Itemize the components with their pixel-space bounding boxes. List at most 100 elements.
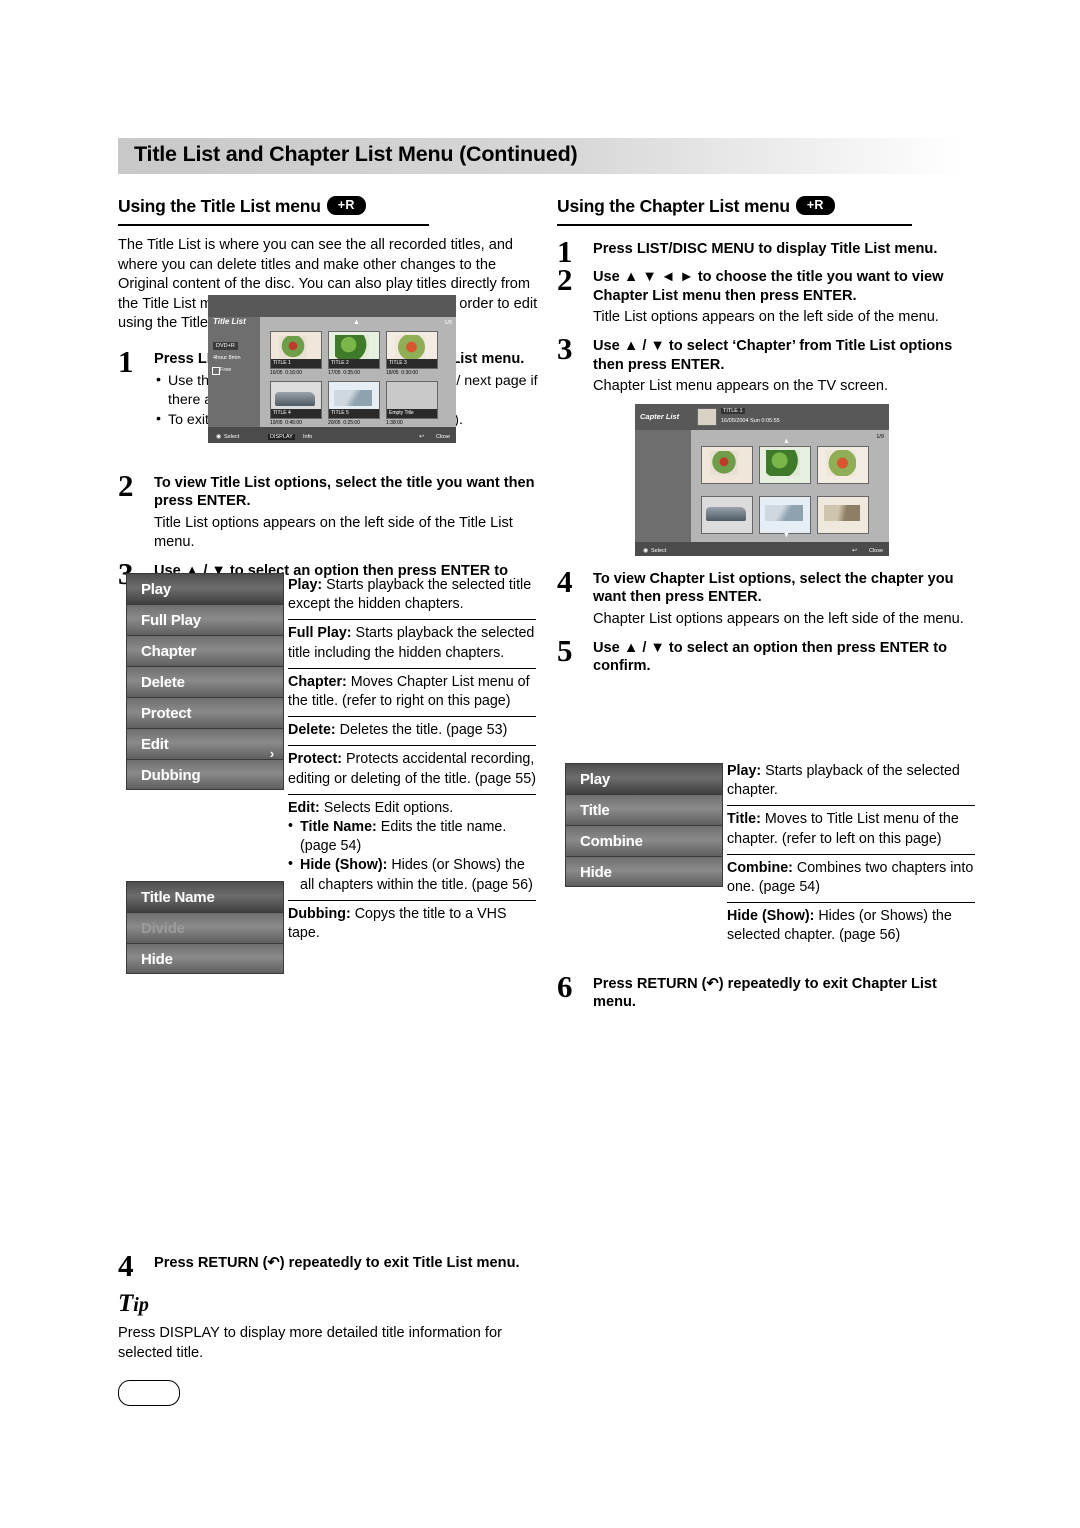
cl-up-arrow-icon: ▲	[783, 438, 790, 446]
right-section-badge: +R	[795, 196, 835, 215]
desc-edit: Edit: Selects Edit options. Title Name: …	[288, 795, 536, 901]
right-heading-rule	[557, 224, 912, 226]
cl-thumb-3	[817, 446, 869, 485]
cl-osd-title-info: 16/05/2004 Sun 0:05:55	[721, 418, 780, 425]
right-step-4-title: To view Chapter List options, select the…	[593, 571, 954, 606]
left-step-4: 4 Press RETURN (↶) repeatedly to exit Ti…	[118, 1250, 538, 1281]
desc-protect: Protect: Protects accidental recording, …	[288, 746, 536, 795]
right-section-title: Using the Chapter List menu	[557, 196, 790, 216]
right-step-3-title: Use ▲ / ▼ to select ‘Chapter’ from Title…	[593, 338, 953, 373]
left-heading-rule	[118, 224, 429, 226]
option-protect[interactable]: Protect	[126, 697, 284, 728]
osd-up-arrow-icon: ▲	[353, 319, 360, 326]
osd-thumb-6-meta: 1:38:00	[386, 420, 403, 426]
osd-free-label: Free	[220, 367, 232, 373]
cl-thumb-1	[701, 446, 753, 485]
tip-heading: TTipip	[118, 1290, 149, 1318]
option-hide[interactable]: Hide	[126, 943, 284, 974]
chapter-option-title[interactable]: Title	[565, 794, 723, 825]
osd-thumb-1-meta: 16/05 0:16:00	[270, 370, 302, 376]
page-number-badge	[118, 1380, 180, 1406]
osd-thumb-1: TITLE 1	[270, 331, 322, 369]
osd-page-indicator: 1/8	[444, 320, 452, 326]
osd-footer-info: Info	[303, 434, 313, 440]
cl-osd-title-thumb	[697, 408, 717, 427]
right-column: Using the Chapter List menu +R 1 Press LI…	[557, 196, 977, 676]
left-section-heading: Using the Title List menu +R	[118, 196, 538, 230]
left-section-badge: +R	[326, 196, 366, 215]
osd-footer-close: Close	[435, 434, 450, 440]
right-step-5-number: 5	[557, 632, 573, 668]
cl-thumb-6	[817, 496, 869, 535]
osd-thumb-5: TITLE 5	[328, 381, 380, 419]
left-step-2: 2 To view Title List options, select the…	[118, 470, 538, 552]
title-list-screenshot: Title List DVD+R 4hour 8min Free 1/8 ▲ ▼…	[208, 295, 456, 443]
right-step-6-number: 6	[557, 969, 573, 1004]
osd-topbar	[208, 295, 456, 317]
right-section-heading: Using the Chapter List menu +R	[557, 196, 977, 230]
osd-select-icon: ◉	[216, 434, 222, 440]
right-step-2-body: Title List options appears on the left s…	[593, 309, 939, 326]
chapter-option-play[interactable]: Play	[565, 763, 723, 794]
desc-delete: Delete: Deletes the title. (page 53)	[288, 717, 536, 747]
option-edit[interactable]: Edit ›	[126, 728, 284, 761]
osd-return-icon: ↩	[418, 434, 424, 440]
left-step-4-title: Press RETURN (↶) repeatedly to exit Titl…	[154, 1255, 520, 1271]
chapter-option-combine[interactable]: Combine	[565, 825, 723, 856]
chapter-option-hide[interactable]: Hide	[565, 856, 723, 887]
left-step-1-number: 1	[118, 343, 134, 379]
left-section-title: Using the Title List menu	[118, 196, 321, 216]
osd-thumb-2-meta: 17/05 0:35:00	[328, 370, 360, 376]
cl-osd-page-indicator: 1/9	[876, 434, 884, 441]
option-delete[interactable]: Delete	[126, 666, 284, 697]
option-chapter[interactable]: Chapter	[126, 635, 284, 666]
osd-thumb-4-name: TITLE 4	[271, 409, 321, 418]
right-step-1-title: Press LIST/DISC MENU to display Title Li…	[593, 241, 938, 257]
right-footer-block: 6 Press RETURN (↶) repeatedly to exit Ch…	[557, 971, 977, 1012]
cl-thumb-5	[759, 496, 811, 535]
edit-sub-descriptions: Title Name: Edits the title name. (page …	[288, 817, 536, 895]
left-step-2-title: To view Title List options, select the t…	[154, 475, 535, 510]
chapter-list-options-menu[interactable]: Play Title Combine Hide	[565, 763, 723, 887]
right-step-3-body: Chapter List menu appears on the TV scre…	[593, 378, 889, 395]
left-step-4-number: 4	[118, 1248, 134, 1283]
osd-thumb-2: TITLE 2	[328, 331, 380, 369]
option-dubbing[interactable]: Dubbing	[126, 759, 284, 790]
page-title: Title List and Chapter List Menu (Contin…	[134, 142, 578, 166]
title-list-options-menu[interactable]: Play Full Play Chapter Delete Protect Ed…	[126, 573, 284, 790]
osd-thumb-5-meta: 20/05 0:25:00	[328, 420, 360, 426]
right-step-4-body: Chapter List options appears on the left…	[593, 610, 964, 627]
desc-hide-show: Hide (Show): Hides (or Shows) the all ch…	[288, 855, 536, 894]
osd-thumb-1-name: TITLE 1	[271, 359, 321, 368]
osd-thumb-3-name: TITLE 3	[387, 359, 437, 368]
osd-footer-select: Select	[224, 434, 240, 440]
option-title-name[interactable]: Title Name	[126, 881, 284, 912]
edit-submenu[interactable]: Title Name Divide Hide	[126, 881, 284, 974]
option-divide[interactable]: Divide	[126, 912, 284, 943]
option-full-play[interactable]: Full Play	[126, 604, 284, 635]
osd-disc-type: DVD+R	[213, 342, 238, 350]
desc-full-play: Full Play: Starts playback the selected …	[288, 620, 536, 669]
osd-thumb-6-name: Empty Title	[387, 409, 437, 418]
desc-title-name: Title Name: Edits the title name. (page …	[288, 817, 536, 856]
right-step-4-number: 4	[557, 564, 573, 600]
right-step-6-title: Press RETURN (↶) repeatedly to exit Chap…	[593, 976, 937, 1011]
chapter-desc-title: Title: Moves to Title List menu of the c…	[727, 806, 975, 855]
right-step-2-title: Use ▲ ▼ ◄ ► to choose the title you want…	[593, 269, 944, 304]
option-play[interactable]: Play	[126, 573, 284, 604]
osd-thumb-3-meta: 18/05 0:30:00	[386, 370, 418, 376]
cl-osd-label: Capter List	[640, 412, 680, 422]
osd-thumb-4: TITLE 4	[270, 381, 322, 419]
osd-time-left: 4hour 8min	[213, 355, 241, 361]
chapter-list-screenshot: Capter List TITLE 1 16/05/2004 Sun 0:05:…	[635, 404, 889, 557]
right-step-2: 2 Use ▲ ▼ ◄ ► to choose the title you wa…	[557, 264, 977, 327]
left-step-2-number: 2	[118, 468, 134, 503]
right-step-5-title: Use ▲ / ▼ to select an option then press…	[593, 639, 948, 675]
cl-footer-close: Close	[868, 548, 883, 555]
desc-dubbing: Dubbing: Copys the title to a VHS tape.	[288, 905, 507, 942]
osd-thumb-2-name: TITLE 2	[329, 359, 379, 368]
manual-page: Title List and Chapter List Menu (Contin…	[0, 0, 1080, 1528]
osd-footer-display: DISPLAY	[268, 434, 295, 440]
cl-osd-title-name: TITLE 1	[721, 408, 745, 415]
osd-free-icon	[212, 367, 220, 375]
